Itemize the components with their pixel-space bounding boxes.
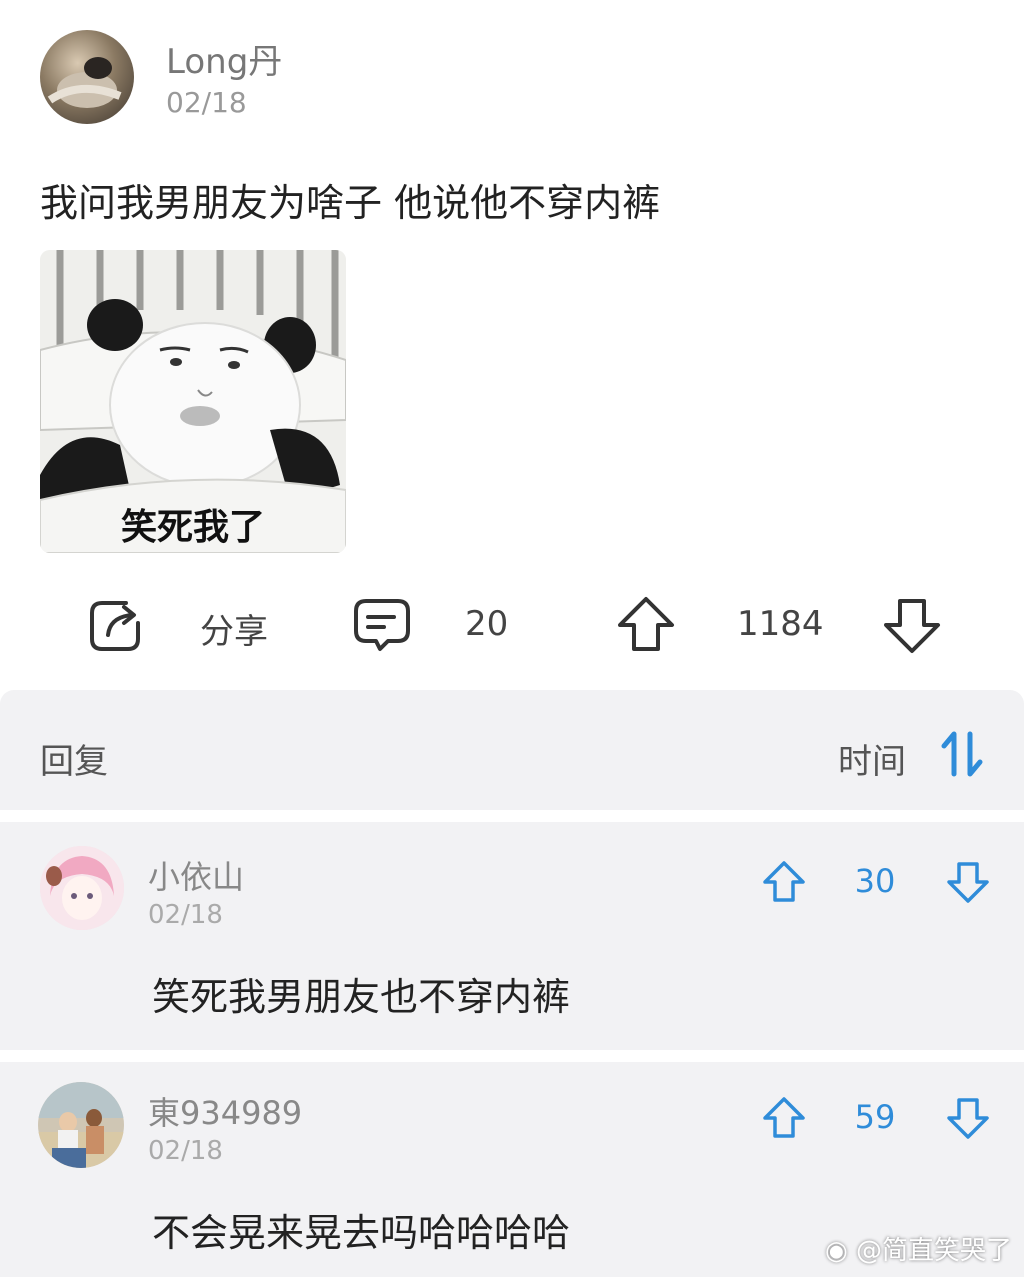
watermark-text: @简直笑哭了 bbox=[855, 1236, 1012, 1266]
downvote-icon[interactable] bbox=[946, 1096, 990, 1140]
post-author-avatar[interactable] bbox=[40, 30, 134, 124]
comment-text: 笑死我男朋友也不穿内裤 bbox=[152, 975, 571, 1019]
post-action-bar: 分享 20 1184 bbox=[0, 590, 1024, 660]
weibo-logo-icon: ◉ bbox=[825, 1236, 848, 1266]
replies-header: 回复 时间 bbox=[0, 690, 1024, 810]
divider bbox=[0, 1050, 1024, 1062]
comment-icon[interactable] bbox=[352, 595, 412, 655]
upvote-icon[interactable] bbox=[616, 595, 676, 655]
comment-avatar[interactable] bbox=[40, 846, 124, 930]
comment-date: 02/18 bbox=[148, 900, 223, 930]
meme-caption: 笑死我了 bbox=[120, 507, 265, 548]
comment-date: 02/18 bbox=[148, 1136, 223, 1166]
sort-label[interactable]: 时间 bbox=[838, 734, 906, 783]
post-card: Long丹 02/18 我问我男朋友为啥子 他说他不穿内裤 笑死我了 分享 20… bbox=[0, 0, 1024, 690]
comment-vote-count: 59 bbox=[854, 1098, 896, 1136]
divider bbox=[0, 810, 1024, 822]
comment-avatar[interactable] bbox=[38, 1082, 124, 1168]
comment-author-name[interactable]: 東934989 bbox=[148, 1088, 302, 1134]
downvote-icon[interactable] bbox=[882, 595, 942, 655]
comment-count: 20 bbox=[465, 604, 509, 644]
upvote-icon[interactable] bbox=[762, 1096, 806, 1140]
post-date: 02/18 bbox=[166, 86, 247, 119]
post-text: 我问我男朋友为啥子 他说他不穿内裤 bbox=[40, 181, 661, 225]
comment-author-name[interactable]: 小依山 bbox=[148, 852, 244, 898]
post-author-name[interactable]: Long丹 bbox=[166, 34, 282, 83]
sort-icon[interactable] bbox=[940, 730, 984, 778]
vote-count: 1184 bbox=[737, 604, 824, 644]
comment-vote-count: 30 bbox=[854, 862, 896, 900]
replies-title: 回复 bbox=[40, 742, 108, 782]
upvote-icon[interactable] bbox=[762, 860, 806, 904]
share-icon[interactable] bbox=[86, 595, 146, 655]
downvote-icon[interactable] bbox=[946, 860, 990, 904]
comment-text: 不会晃来晃去吗哈哈哈哈 bbox=[152, 1211, 571, 1255]
share-label[interactable]: 分享 bbox=[200, 604, 268, 653]
comment-item: 小依山 02/18 30 笑死我男朋友也不穿内裤 bbox=[0, 822, 1024, 1050]
meme-image[interactable]: 笑死我了 bbox=[40, 250, 346, 553]
weibo-watermark: ◉ @简直笑哭了 bbox=[825, 1230, 1012, 1267]
